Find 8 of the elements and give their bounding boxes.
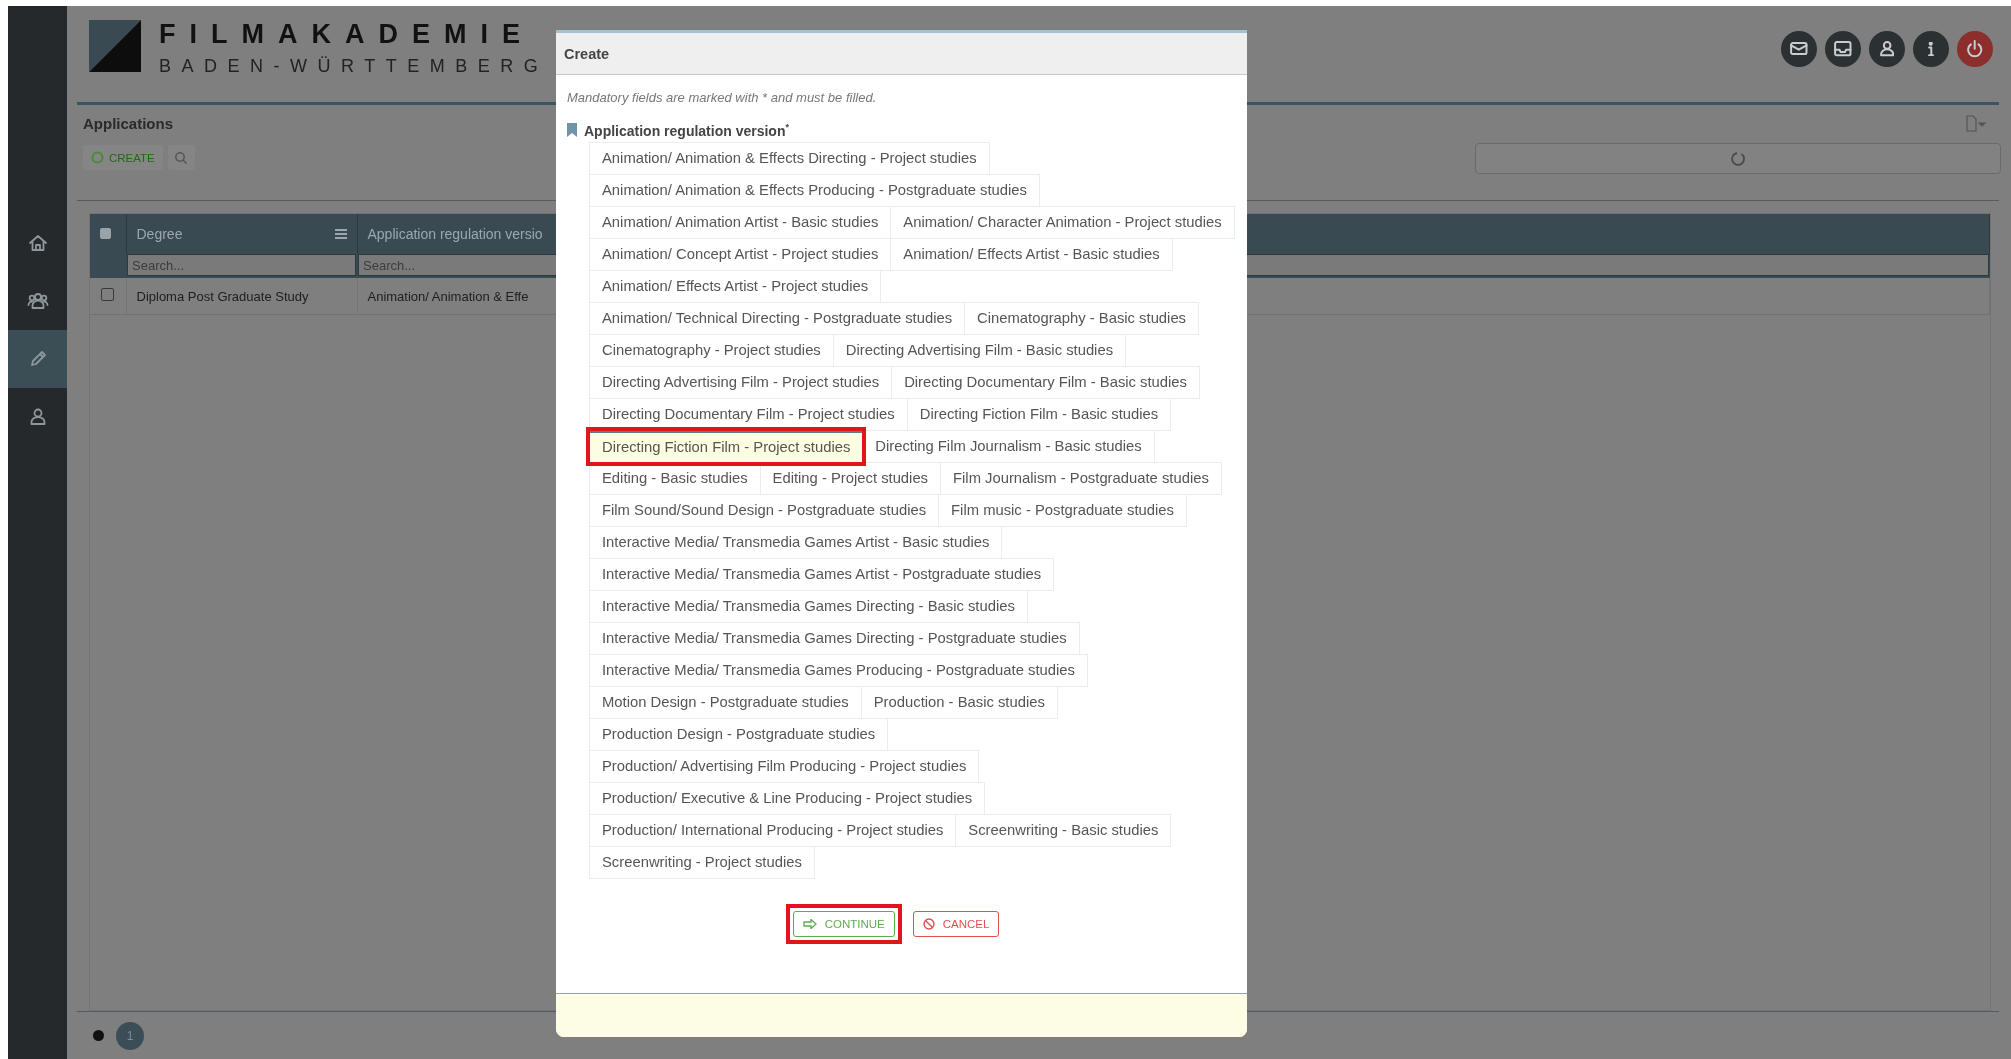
table-cell: Diploma Post Graduate Study bbox=[136, 288, 309, 304]
mandatory-note: Mandatory fields are marked with * and must be filled. bbox=[567, 90, 878, 105]
field-label: Application regulation version$^{*}$ bbox=[584, 122, 789, 139]
table-cell: Animation/ Animation & Effe bbox=[367, 288, 529, 304]
dialog-title: Create bbox=[556, 33, 1247, 75]
panel-title: Applications bbox=[83, 115, 173, 132]
logo-subtitle: BADEN-WÜRTTEMBERG bbox=[159, 55, 549, 77]
logo-title: FILMAKADEMIE bbox=[159, 18, 535, 50]
